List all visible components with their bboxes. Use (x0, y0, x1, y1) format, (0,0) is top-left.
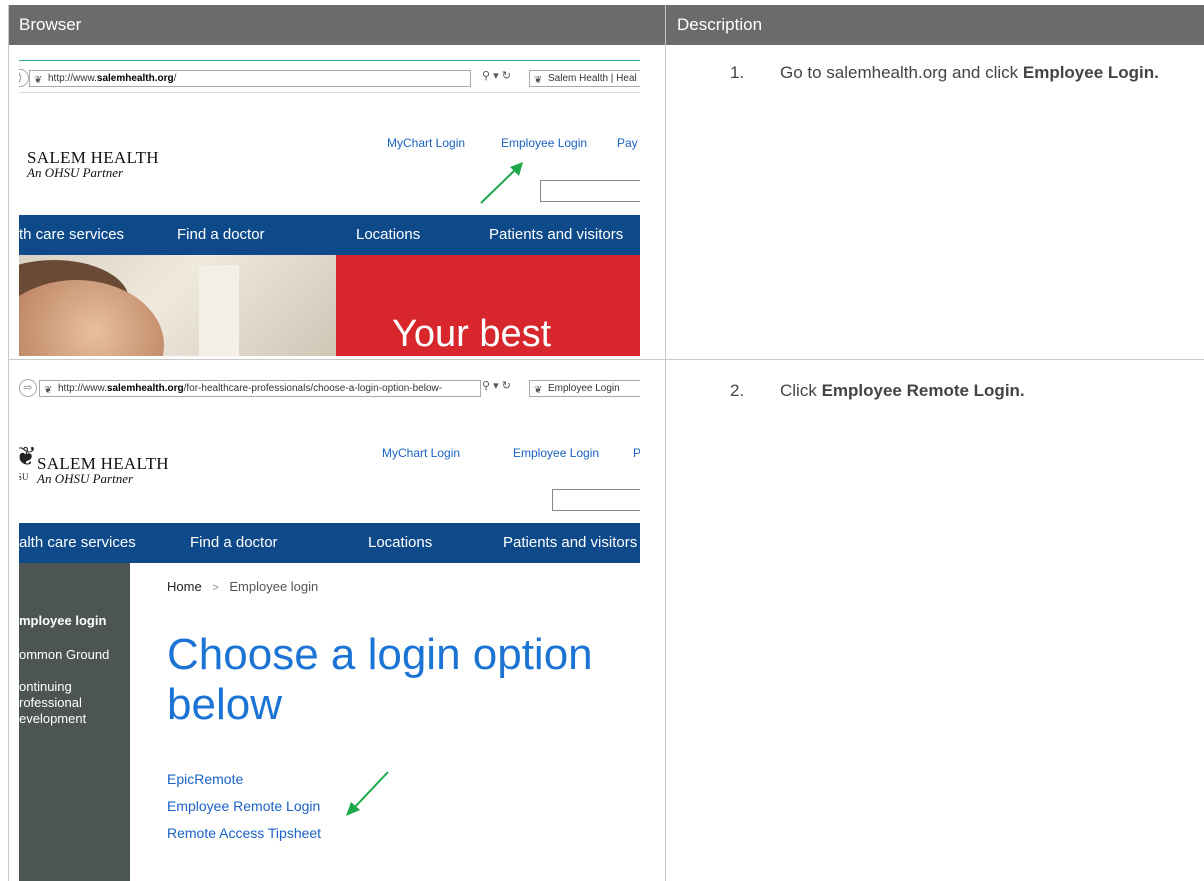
step-1-text-bold: Employee Login. (1022, 63, 1159, 82)
breadcrumb: Home > Employee login (167, 579, 318, 594)
nav-locations-2[interactable]: Locations (368, 534, 432, 551)
step-2-text-prefix: Click (780, 381, 822, 400)
table-row-divider (8, 359, 1204, 360)
green-arrow-icon-2 (346, 771, 389, 816)
description-column-header: Description (666, 5, 1204, 45)
step-1-text: Go to salemhealth.org and click Employee… (780, 62, 1160, 84)
browser-tab[interactable]: ❦ Salem Health | Heal (529, 70, 640, 87)
nav-patients-and-visitors[interactable]: Patients and visitors (489, 226, 623, 243)
hero-banner: Your best (336, 255, 640, 356)
table-column-divider (665, 5, 666, 881)
browser-address-bar-2: ⇨ ❦ http://www.salemhealth.org/for-healt… (19, 376, 640, 402)
browser-tab-2[interactable]: ❦ Employee Login (529, 380, 640, 397)
table-border-left (8, 5, 9, 881)
hero-photo-window (199, 265, 239, 356)
pay-link[interactable]: Pay (617, 136, 638, 150)
logo-mark-icon: ❦ (19, 442, 37, 471)
logo-mark-fragment: SU (19, 472, 29, 482)
url-suffix: / (173, 73, 177, 84)
step-1-number: 1. (730, 63, 745, 82)
sidebar-item-employee-login[interactable]: mployee login (19, 613, 106, 628)
page-title: Choose a login option below (167, 630, 593, 730)
tab-favicon-icon-2: ❦ (534, 385, 543, 396)
hero-photo (19, 255, 336, 356)
url-domain: salemhealth.org (96, 73, 174, 84)
url-field-2[interactable]: ❦ http://www.salemhealth.org/for-healthc… (39, 380, 481, 397)
screenshot-1: ⟩ ❦ http://www.salemhealth.org/ ⚲ ▾ ↻ ❦ … (19, 58, 640, 356)
nav-patients-and-visitors-2[interactable]: Patients and visitors (503, 534, 637, 551)
employee-remote-login-link[interactable]: Employee Remote Login (167, 798, 320, 814)
browser-column-header: Browser (8, 5, 665, 45)
salem-health-logo[interactable]: SALEM HEALTH An OHSU Partner (27, 148, 159, 181)
back-button-icon[interactable]: ⟩ (19, 69, 29, 87)
step-2-text: Click Employee Remote Login. (780, 380, 1160, 402)
sidebar-item-continuing[interactable]: ontinuing (19, 679, 72, 694)
site-favicon-icon-2: ❦ (44, 385, 53, 396)
search-refresh-icons-2[interactable]: ⚲ ▾ ↻ (482, 379, 511, 392)
search-input[interactable] (540, 180, 640, 202)
browser-top-accent (19, 60, 640, 61)
step-1-text-prefix: Go to salemhealth.org and click (780, 63, 1023, 82)
url-prefix: http://www. (48, 73, 97, 84)
tab-favicon-icon: ❦ (534, 75, 543, 86)
mychart-login-link[interactable]: MyChart Login (387, 136, 465, 150)
employee-login-link[interactable]: Employee Login (501, 136, 587, 150)
employee-login-link-2[interactable]: Employee Login (513, 446, 599, 460)
remote-access-tipsheet-link[interactable]: Remote Access Tipsheet (167, 825, 321, 841)
url-suffix-2: /for-healthcare-professionals/choose-a-l… (183, 383, 443, 394)
screenshot-2: ⇨ ❦ http://www.salemhealth.org/for-healt… (19, 368, 640, 881)
tab-title: Salem Health | Heal (548, 73, 637, 84)
sidebar-item-development[interactable]: evelopment (19, 711, 86, 726)
sidebar: mployee login ommon Ground ontinuing rof… (19, 563, 130, 881)
browser-address-bar: ⟩ ❦ http://www.salemhealth.org/ ⚲ ▾ ↻ ❦ … (19, 66, 640, 93)
main-nav-2: alth care services Find a doctor Locatio… (19, 523, 640, 563)
hero-text: Your best (392, 313, 552, 355)
sidebar-item-professional[interactable]: rofessional (19, 695, 82, 710)
nav-health-care-services[interactable]: th care services (19, 226, 124, 243)
url-field[interactable]: ❦ http://www.salemhealth.org/ (29, 70, 471, 87)
step-2-text-bold: Employee Remote Login. (821, 381, 1025, 400)
epicremote-link[interactable]: EpicRemote (167, 771, 243, 787)
nav-find-a-doctor-2[interactable]: Find a doctor (190, 534, 278, 551)
step-2-number: 2. (730, 381, 745, 400)
page-title-line-2: below (167, 680, 282, 729)
mychart-login-link-2[interactable]: MyChart Login (382, 446, 460, 460)
instruction-table: Browser Description 1. Go to salemhealth… (0, 0, 1204, 881)
breadcrumb-current: Employee login (229, 579, 319, 594)
page-title-line-1: Choose a login option (167, 630, 593, 679)
green-arrow-icon (480, 162, 523, 204)
nav-locations[interactable]: Locations (356, 226, 420, 243)
breadcrumb-separator: > (212, 582, 219, 594)
search-refresh-icons[interactable]: ⚲ ▾ ↻ (482, 69, 511, 82)
search-input-2[interactable] (552, 489, 640, 511)
nav-find-a-doctor[interactable]: Find a doctor (177, 226, 265, 243)
site-favicon-icon: ❦ (34, 75, 43, 86)
tab-title-2: Employee Login (548, 383, 620, 394)
hero-photo-face (19, 280, 164, 356)
breadcrumb-home[interactable]: Home (167, 579, 202, 594)
url-prefix-2: http://www. (58, 383, 107, 394)
pay-link-2[interactable]: P (633, 446, 640, 460)
url-domain-2: salemhealth.org (106, 383, 184, 394)
forward-button-icon[interactable]: ⇨ (19, 379, 37, 397)
main-nav: th care services Find a doctor Locations… (19, 215, 640, 255)
sidebar-item-common-ground[interactable]: ommon Ground (19, 647, 109, 662)
nav-health-care-services-2[interactable]: alth care services (19, 534, 136, 551)
